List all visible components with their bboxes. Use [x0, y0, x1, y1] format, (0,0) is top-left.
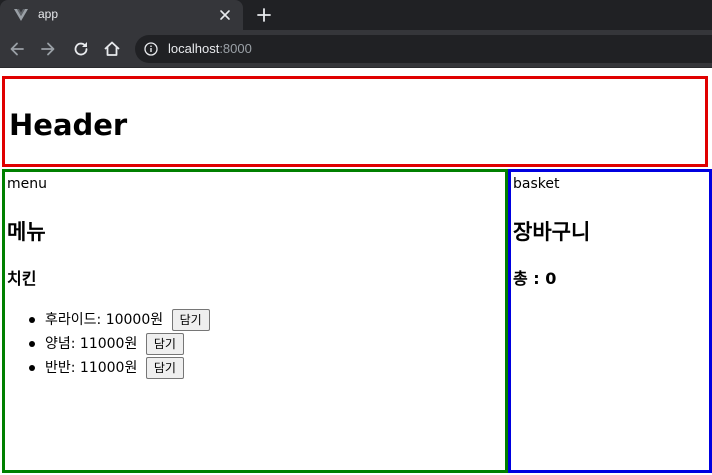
url-host: localhost: [168, 41, 220, 56]
address-bar[interactable]: localhost:8000: [135, 35, 712, 63]
close-tab-icon[interactable]: [216, 6, 234, 24]
menu-item-price: : 10000원: [96, 312, 164, 328]
url-port: :8000: [219, 41, 252, 56]
forward-arrow-icon[interactable]: [38, 39, 58, 59]
vue-logo-icon: [14, 9, 28, 21]
info-icon[interactable]: [144, 42, 158, 56]
basket-section: basket 장바구니 총 : 0: [508, 169, 712, 473]
reload-icon[interactable]: [71, 39, 91, 59]
home-icon[interactable]: [102, 39, 122, 59]
browser-tab-strip: app: [0, 0, 712, 30]
add-to-basket-button[interactable]: 담기: [145, 357, 184, 379]
tab-title: app: [38, 7, 59, 21]
menu-item: 후라이드 : 10000원 담기: [26, 308, 210, 332]
list-bullet: [29, 317, 35, 323]
menu-section: menu 메뉴 치킨 후라이드 : 10000원 담기 양념 : 11000원 …: [2, 169, 508, 473]
header-section: Header: [2, 76, 708, 167]
menu-item: 양념 : 11000원 담기: [26, 332, 210, 356]
list-bullet: [29, 341, 35, 347]
basket-total: 총 : 0: [513, 269, 557, 288]
browser-toolbar: localhost:8000: [0, 30, 712, 68]
list-bullet: [29, 365, 35, 371]
menu-item-name: 반반: [45, 360, 71, 376]
menu-item-name: 양념: [45, 336, 71, 352]
url-text[interactable]: localhost:8000: [168, 41, 252, 56]
menu-title: 메뉴: [7, 220, 46, 244]
browser-tab[interactable]: app: [0, 0, 243, 30]
basket-title: 장바구니: [513, 220, 591, 244]
add-to-basket-button[interactable]: 담기: [171, 309, 210, 331]
basket-section-label: basket: [513, 176, 560, 192]
back-arrow-icon[interactable]: [7, 39, 27, 59]
new-tab-icon[interactable]: [254, 5, 274, 25]
menu-item-name: 후라이드: [45, 312, 97, 328]
menu-category-title: 치킨: [7, 269, 37, 288]
menu-item: 반반 : 11000원 담기: [26, 356, 210, 380]
menu-item-price: : 11000원: [70, 360, 138, 376]
menu-section-label: menu: [7, 176, 47, 192]
add-to-basket-button[interactable]: 담기: [145, 333, 184, 355]
menu-item-price: : 11000원: [70, 336, 138, 352]
menu-list: 후라이드 : 10000원 담기 양념 : 11000원 담기 반반 : 110…: [26, 308, 210, 380]
header-title: Header: [9, 108, 128, 142]
